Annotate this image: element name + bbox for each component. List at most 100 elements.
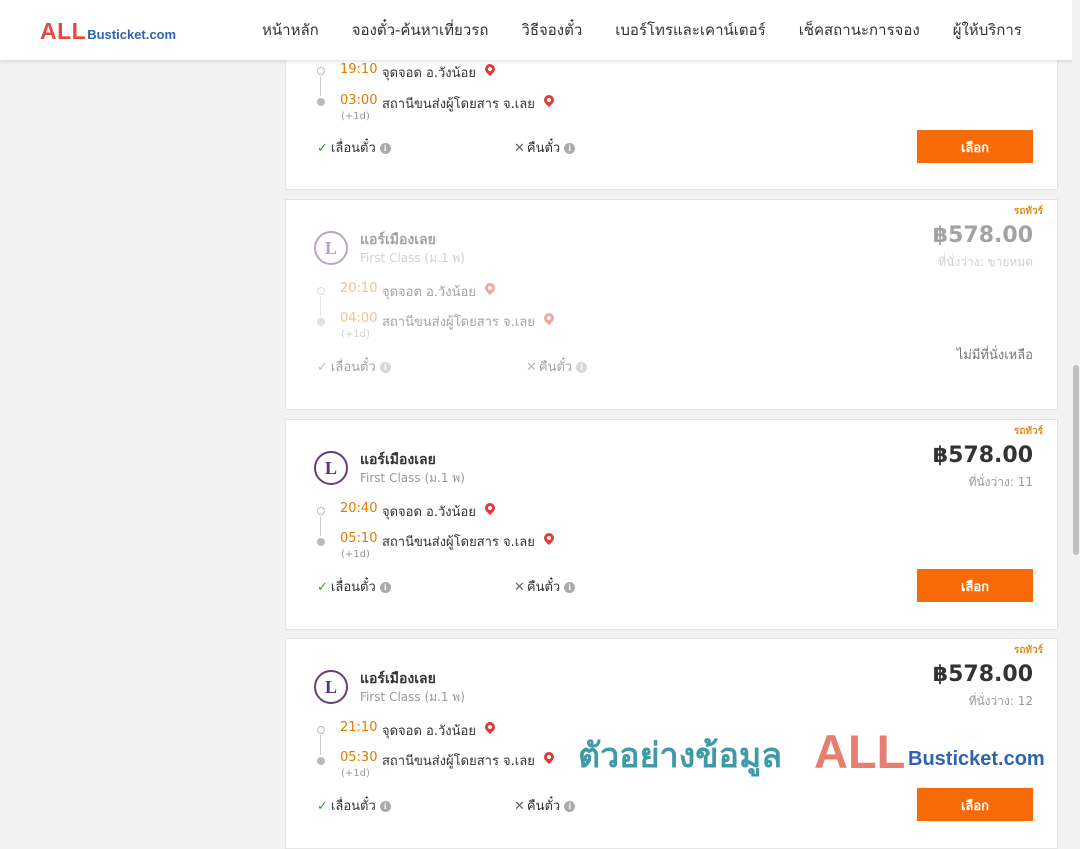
info-icon[interactable]: i: [379, 143, 391, 154]
reschedule-label: เลื่อนตั๋ว: [330, 141, 376, 156]
seats-available: ที่นั่งว่าง: 12: [968, 694, 1033, 708]
info-icon[interactable]: i: [379, 362, 391, 373]
trip-card: รถทัวร์ L แอร์เมืองเลย First Class (ม.1 …: [285, 199, 1058, 410]
map-pin-icon[interactable]: [541, 749, 557, 765]
cross-icon: ✕: [526, 360, 537, 375]
info-icon[interactable]: i: [564, 143, 576, 154]
refund-label: คืนตั๋ว: [526, 799, 561, 814]
map-pin-icon[interactable]: [541, 530, 557, 546]
operator-logo-icon: L: [314, 670, 348, 704]
watermark-logo-all: ALL: [814, 725, 906, 778]
map-pin-icon[interactable]: [482, 719, 498, 735]
check-icon: ✓: [317, 580, 328, 595]
reschedule-label: เลื่อนตั๋ว: [330, 360, 376, 375]
refund-label: คืนตั๋ว: [526, 141, 561, 156]
depart-time: 21:10: [340, 720, 378, 735]
logo-all-text: ALL: [40, 18, 87, 44]
vehicle-type-badge: รถทัวร์: [1013, 426, 1043, 437]
seat-class: First Class (ม.1 พ): [360, 471, 465, 485]
map-pin-icon[interactable]: [482, 280, 498, 296]
depart-place: จุดจอด อ.วังน้อย: [382, 66, 476, 81]
site-logo[interactable]: ALLBusticket.com: [40, 18, 176, 45]
reschedule-label: เลื่อนตั๋ว: [330, 799, 376, 814]
arrive-time: 04:00: [340, 311, 378, 326]
depart-time: 20:10: [340, 281, 378, 296]
depart-place: จุดจอด อ.วังน้อย: [382, 505, 476, 520]
next-day-label: (+1d): [341, 549, 370, 560]
refund-label: คืนตั๋ว: [526, 580, 561, 595]
cross-icon: ✕: [514, 580, 525, 595]
arrive-place: สถานีขนส่งผู้โดยสาร จ.เลย: [382, 97, 535, 112]
watermark-sample-text: ตัวอย่างข้อมูล: [578, 736, 783, 776]
page-scrollbar[interactable]: [1072, 0, 1080, 800]
operator-name: แอร์เมืองเลย: [360, 452, 436, 468]
info-icon[interactable]: i: [379, 801, 391, 812]
reschedule-policy: ✓ เลื่อนตั๋ว i: [317, 795, 391, 816]
select-trip-button[interactable]: เลือก: [917, 788, 1033, 821]
select-trip-button[interactable]: เลือก: [917, 569, 1033, 602]
no-seats-status: ไม่มีที่นั่งเหลือ: [956, 348, 1033, 363]
check-icon: ✓: [317, 360, 328, 375]
cross-icon: ✕: [514, 141, 525, 156]
info-icon[interactable]: i: [564, 801, 576, 812]
depart-time: 20:40: [340, 501, 378, 516]
depart-place: จุดจอด อ.วังน้อย: [382, 724, 476, 739]
operator-logo-icon: L: [314, 451, 348, 485]
refund-policy: ✕ คืนตั๋ว i: [514, 576, 576, 597]
depart-place: จุดจอด อ.วังน้อย: [382, 285, 476, 300]
nav-check-booking[interactable]: เช็คสถานะการจอง: [799, 18, 920, 42]
main-nav: หน้าหลัก จองตั๋ว-ค้นหาเที่ยวรถ วิธีจองตั…: [262, 0, 1055, 60]
info-icon[interactable]: i: [379, 582, 391, 593]
seats-available: ที่นั่งว่าง: 11: [968, 475, 1033, 489]
logo-domain-text: Busticket.com: [87, 27, 177, 42]
nav-how-to-book[interactable]: วิธีจองตั๋ว: [521, 18, 582, 42]
check-icon: ✓: [317, 141, 328, 156]
reschedule-label: เลื่อนตั๋ว: [330, 580, 376, 595]
map-pin-icon[interactable]: [482, 61, 498, 77]
watermark-logo-domain: Busticket.com: [908, 748, 1045, 770]
check-icon: ✓: [317, 799, 328, 814]
cross-icon: ✕: [514, 799, 525, 814]
map-pin-icon[interactable]: [482, 500, 498, 516]
refund-policy: ✕ คืนตั๋ว i: [526, 356, 588, 377]
operator-name: แอร์เมืองเลย: [360, 232, 436, 248]
seats-available: ที่นั่งว่าง: ขายหมด: [938, 255, 1033, 269]
select-trip-button[interactable]: เลือก: [917, 130, 1033, 163]
ticket-price: ฿578.00: [932, 443, 1033, 468]
map-pin-icon[interactable]: [541, 310, 557, 326]
refund-label: คืนตั๋ว: [538, 360, 573, 375]
vehicle-type-badge: รถทัวร์: [1013, 645, 1043, 656]
reschedule-policy: ✓ เลื่อนตั๋ว i: [317, 356, 391, 377]
refund-policy: ✕ คืนตั๋ว i: [514, 795, 576, 816]
nav-home[interactable]: หน้าหลัก: [262, 18, 319, 42]
arrive-time: 05:30: [340, 750, 378, 765]
seat-class: First Class (ม.1 พ): [360, 251, 465, 265]
nav-phone-counters[interactable]: เบอร์โทรและเคาน์เตอร์: [615, 18, 765, 42]
arrive-time: 05:10: [340, 531, 378, 546]
next-day-label: (+1d): [341, 768, 370, 779]
refund-policy: ✕ คืนตั๋ว i: [514, 137, 576, 158]
map-pin-icon[interactable]: [541, 92, 557, 108]
next-day-label: (+1d): [341, 111, 370, 122]
seat-class: First Class (ม.1 พ): [360, 690, 465, 704]
trip-card: รถทัวร์ L แอร์เมืองเลย First Class (ม.1 …: [285, 419, 1058, 630]
depart-time: 19:10: [340, 62, 378, 77]
ticket-price: ฿578.00: [932, 223, 1033, 248]
site-header: ALLBusticket.com หน้าหลัก จองตั๋ว-ค้นหาเ…: [0, 0, 1080, 60]
scrollbar-thumb[interactable]: [1073, 365, 1079, 555]
info-icon[interactable]: i: [564, 582, 576, 593]
operator-name: แอร์เมืองเลย: [360, 671, 436, 687]
arrive-place: สถานีขนส่งผู้โดยสาร จ.เลย: [382, 315, 535, 330]
sample-data-watermark: ตัวอย่างข้อมูล ALL Busticket.com: [578, 725, 1045, 782]
ticket-price: ฿578.00: [932, 662, 1033, 687]
reschedule-policy: ✓ เลื่อนตั๋ว i: [317, 137, 391, 158]
operator-logo-icon: L: [314, 231, 348, 265]
arrive-time: 03:00: [340, 93, 378, 108]
nav-book-search[interactable]: จองตั๋ว-ค้นหาเที่ยวรถ: [352, 18, 489, 42]
next-day-label: (+1d): [341, 329, 370, 340]
arrive-place: สถานีขนส่งผู้โดยสาร จ.เลย: [382, 535, 535, 550]
info-icon[interactable]: i: [576, 362, 588, 373]
vehicle-type-badge: รถทัวร์: [1013, 206, 1043, 217]
nav-operators[interactable]: ผู้ให้บริการ: [953, 18, 1022, 42]
reschedule-policy: ✓ เลื่อนตั๋ว i: [317, 576, 391, 597]
